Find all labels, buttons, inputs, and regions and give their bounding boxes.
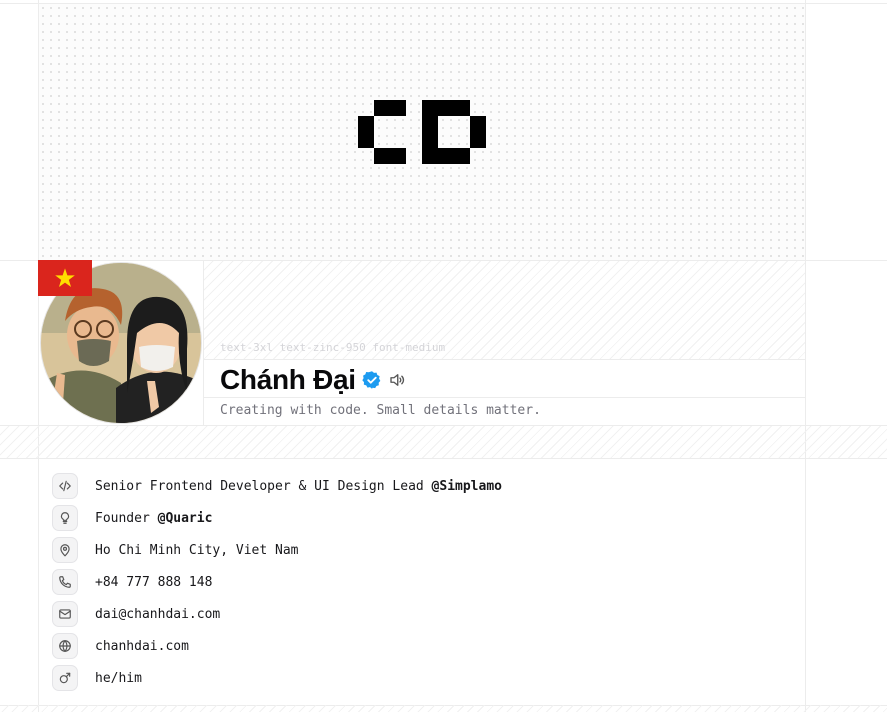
website-link[interactable]: chanhdai.com [95, 639, 189, 654]
info-item-website: chanhdai.com [52, 630, 502, 662]
email-link[interactable]: dai@chanhdai.com [95, 607, 220, 622]
globe-icon [52, 633, 78, 659]
name-row: Chánh Đại [220, 362, 406, 398]
info-item-location: Ho Chi Minh City, Viet Nam [52, 534, 502, 566]
mail-icon [52, 601, 78, 627]
info-text-founder: Founder [95, 510, 158, 526]
info-item-pronouns: he/him [52, 662, 502, 694]
info-item-job: Senior Frontend Developer & UI Design Le… [52, 470, 502, 502]
info-list: Senior Frontend Developer & UI Design Le… [52, 470, 502, 694]
phone-icon [52, 569, 78, 595]
flag-star-icon [55, 268, 75, 287]
info-item-founder: Founder @Quaric [52, 502, 502, 534]
speaker-icon[interactable] [388, 371, 406, 389]
info-text-location: Ho Chi Minh City, Viet Nam [95, 542, 299, 558]
map-pin-icon [52, 537, 78, 563]
company-link-simplamo[interactable]: @Simplamo [432, 479, 502, 494]
vietnam-flag-icon [38, 260, 92, 296]
info-item-phone: +84 777 888 148 [52, 566, 502, 598]
phone-link[interactable]: +84 777 888 148 [95, 575, 212, 590]
info-text-pronouns: he/him [95, 670, 142, 686]
bottom-pattern [0, 705, 887, 712]
profile-name: Chánh Đại [220, 364, 356, 395]
grid-line-info-top [0, 458, 887, 459]
section-divider-pattern [0, 426, 887, 458]
logo-icon [358, 100, 486, 164]
verified-badge-icon [362, 370, 382, 390]
lightbulb-icon [52, 505, 78, 531]
grid-line-avatar-right [203, 261, 204, 426]
info-item-email: dai@chanhdai.com [52, 598, 502, 630]
grid-line-name-top [204, 359, 805, 360]
grid-line-right [805, 0, 806, 712]
mars-icon [52, 665, 78, 691]
info-text-job: Senior Frontend Developer & UI Design Le… [95, 478, 432, 494]
code-icon [52, 473, 78, 499]
company-link-quaric[interactable]: @Quaric [158, 511, 213, 526]
class-hint: text-3xl text-zinc-950 font-medium [220, 341, 446, 354]
tagline: Creating with code. Small details matter… [220, 403, 541, 418]
